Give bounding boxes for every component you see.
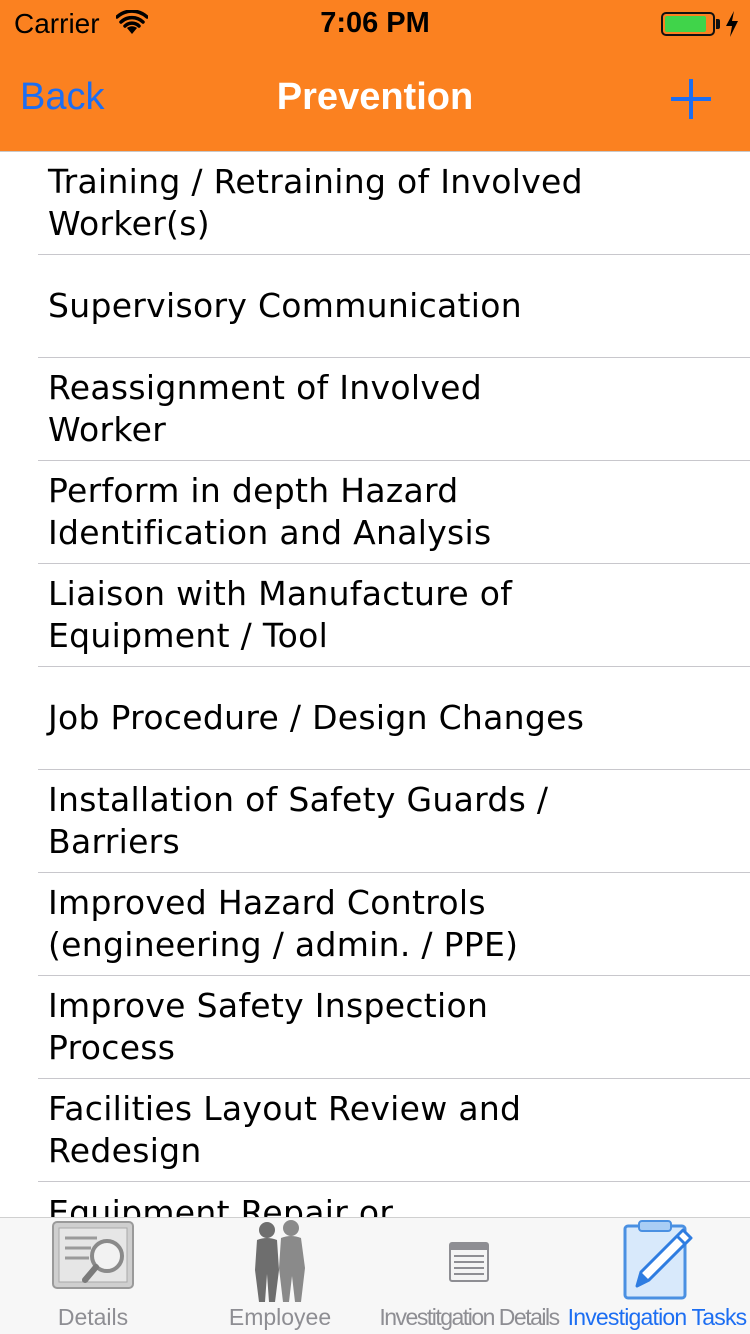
list-item-label: Liaison with Manufacture of Equipment / … xyxy=(48,574,513,655)
tab-investigation-tasks[interactable]: Investigation Tasks xyxy=(564,1218,750,1334)
list-item[interactable]: Job Procedure / Design Changes xyxy=(38,667,750,770)
list-item-label: Reassignment of Involved Worker xyxy=(48,368,482,449)
details-magnifier-icon xyxy=(52,1221,134,1289)
battery-tip xyxy=(716,19,720,29)
list-item-label: Supervisory Communication xyxy=(48,286,522,325)
list-item[interactable]: Training / Retraining of Involved Worker… xyxy=(38,152,750,255)
tab-label: Employee xyxy=(228,1304,332,1330)
list-item-label: Perform in depth Hazard Identification a… xyxy=(48,471,492,552)
tab-employee[interactable]: Employee xyxy=(186,1218,374,1334)
list-item-label: Improve Safety Inspection Process xyxy=(48,986,489,1067)
list-item[interactable]: Liaison with Manufacture of Equipment / … xyxy=(38,564,750,667)
charging-bolt-icon xyxy=(726,11,738,37)
list-item-label: Equipment Repair or xyxy=(48,1193,394,1217)
list-item-label: Facilities Layout Review and Redesign xyxy=(48,1089,522,1170)
back-button[interactable]: Back xyxy=(20,76,104,119)
list-item-label: Job Procedure / Design Changes xyxy=(48,698,585,737)
list-item[interactable]: Improve Safety Inspection Process xyxy=(38,976,750,1079)
tab-label: Investigation Tasks xyxy=(567,1304,748,1330)
battery-charging-icon xyxy=(661,12,715,36)
page-title: Prevention xyxy=(276,76,474,118)
list-item[interactable]: Improved Hazard Controls (engineering / … xyxy=(38,873,750,976)
prevention-list[interactable]: Training / Retraining of Involved Worker… xyxy=(0,152,750,1217)
tab-label: Details xyxy=(57,1304,129,1330)
list-item-label: Improved Hazard Controls (engineering / … xyxy=(48,883,519,964)
list-item[interactable]: Reassignment of Involved Worker xyxy=(38,358,750,461)
list-item[interactable]: Equipment Repair or xyxy=(38,1182,750,1217)
tab-label: Investitgation Details xyxy=(379,1304,560,1330)
navigation-header: Carrier 7:06 PM Back Prevention xyxy=(0,0,750,152)
status-bar: Carrier 7:06 PM xyxy=(0,0,750,52)
tab-investigation-details[interactable]: Investitgation Details xyxy=(374,1218,564,1334)
list-item-label: Installation of Safety Guards / Barriers xyxy=(48,780,549,861)
battery-level-fill xyxy=(665,16,707,32)
list-item[interactable]: Installation of Safety Guards / Barriers xyxy=(38,770,750,873)
list-item-label: Training / Retraining of Involved Worker… xyxy=(48,162,583,243)
plus-icon[interactable] xyxy=(668,76,714,122)
list-item[interactable]: Facilities Layout Review and Redesign xyxy=(38,1079,750,1182)
status-time: 7:06 PM xyxy=(320,7,430,39)
list-item[interactable]: Perform in depth Hazard Identification a… xyxy=(38,461,750,564)
tab-bar: Details Employee Investitgation Details xyxy=(0,1217,750,1334)
document-lines-icon xyxy=(449,1242,489,1282)
list-item[interactable]: Supervisory Communication xyxy=(38,255,750,358)
tab-details[interactable]: Details xyxy=(0,1218,186,1334)
employee-people-icon xyxy=(255,1220,305,1302)
clipboard-pencil-icon xyxy=(623,1220,693,1300)
